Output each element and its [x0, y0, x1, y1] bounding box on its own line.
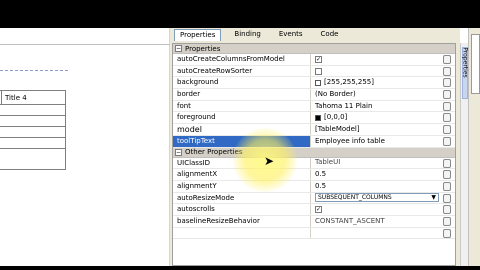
property-grid: − Properties autoCreateColumnsFromModel …	[172, 43, 456, 266]
property-value[interactable]: [0,0,0]	[311, 112, 439, 123]
property-name: alignmentY	[173, 180, 311, 192]
ellipsis-button[interactable]	[443, 113, 451, 123]
property-name: alignmentX	[173, 169, 311, 180]
side-tab-properties[interactable]: Properties	[462, 34, 480, 94]
property-row[interactable]: alignmentY 0.5	[173, 180, 455, 193]
property-row[interactable]: autoCreateColumnsFromModel ✓	[173, 54, 455, 66]
ellipsis-button[interactable]	[443, 158, 451, 168]
collapse-icon[interactable]: −	[175, 45, 182, 52]
property-value[interactable]: [255,255,255]	[311, 77, 439, 88]
color-swatch-icon	[315, 79, 321, 86]
property-row[interactable]: autoscrolls ✓	[173, 204, 455, 216]
category-properties[interactable]: − Properties	[173, 44, 455, 54]
property-value[interactable]: 0.5	[311, 181, 439, 192]
property-tabs: Properties Binding Events Code	[170, 28, 460, 42]
tab-code[interactable]: Code	[316, 29, 344, 41]
property-row[interactable]	[173, 227, 455, 240]
property-value[interactable]: ✓	[311, 204, 439, 215]
property-name: autoCreateRowSorter	[173, 65, 311, 77]
ellipsis-button[interactable]	[443, 101, 451, 111]
property-value[interactable]: SUBSEQUENT_COLUMNS ▼	[311, 193, 439, 204]
collapse-icon[interactable]: −	[175, 148, 182, 156]
category-label: Other Properties	[185, 148, 243, 156]
property-row-selected[interactable]: toolTipText Employee info table	[173, 135, 455, 148]
ellipsis-button[interactable]	[443, 78, 451, 88]
ellipsis-button[interactable]	[443, 181, 451, 191]
ellipsis-button[interactable]	[443, 216, 451, 226]
ide-window: Title 4 Properties Binding Events Code −…	[0, 28, 480, 266]
property-value[interactable]	[311, 228, 439, 239]
property-name: baselineResizeBehavior	[173, 215, 311, 227]
table-row	[0, 149, 65, 160]
property-row[interactable]: foreground [0,0,0]	[173, 112, 455, 125]
tab-binding[interactable]: Binding	[229, 29, 265, 41]
checkbox-checked[interactable]: ✓	[315, 55, 322, 63]
table-row	[0, 127, 65, 138]
checkbox-checked[interactable]: ✓	[315, 206, 322, 214]
property-value[interactable]: Employee info table	[311, 136, 439, 147]
property-value[interactable]	[311, 66, 439, 77]
property-value: TableUI	[315, 158, 341, 167]
color-swatch-icon	[315, 114, 321, 121]
category-other-properties[interactable]: − Other Properties	[173, 147, 455, 158]
ellipsis-button[interactable]	[443, 90, 451, 100]
property-name: font	[173, 100, 311, 112]
property-value[interactable]: (No Border)	[311, 89, 439, 100]
selection-edge	[0, 70, 68, 74]
select-value: SUBSEQUENT_COLUMNS	[318, 194, 392, 202]
property-row[interactable]: border (No Border)	[173, 89, 455, 101]
table-header: Title 4	[0, 91, 65, 105]
table-row	[0, 138, 65, 149]
property-name: UIClassID	[173, 157, 311, 169]
design-guideline	[0, 44, 170, 45]
jtable-component[interactable]: Title 4	[0, 90, 66, 170]
property-row[interactable]: background [255,255,255]	[173, 77, 455, 90]
property-row[interactable]: baselineResizeBehavior CONSTANT_ASCENT	[173, 215, 455, 228]
table-header-title-4: Title 4	[5, 94, 27, 102]
table-row	[0, 116, 65, 127]
property-row[interactable]: font Tahoma 11 Plain	[173, 100, 455, 113]
property-value[interactable]: 0.5	[311, 169, 439, 180]
property-name: autoResizeMode	[173, 192, 311, 204]
property-name: model	[173, 124, 311, 135]
ellipsis-button[interactable]	[443, 66, 451, 76]
chevron-down-icon[interactable]: ▼	[431, 193, 436, 204]
category-label: Properties	[185, 44, 221, 53]
ellipsis-button[interactable]	[443, 136, 451, 146]
property-name: autoscrolls	[173, 204, 311, 215]
table-row	[0, 105, 65, 116]
property-row[interactable]: UIClassID TableUI	[173, 157, 455, 170]
checkbox-unchecked[interactable]	[315, 67, 322, 75]
property-row[interactable]: model [TableModel]	[173, 124, 455, 136]
side-tab-label: Properties	[461, 47, 469, 78]
ellipsis-button[interactable]	[443, 193, 451, 203]
property-value: CONSTANT_ASCENT	[315, 216, 385, 225]
property-row[interactable]: autoResizeMode SUBSEQUENT_COLUMNS ▼	[173, 192, 455, 205]
ellipsis-button[interactable]	[443, 205, 451, 215]
property-name: toolTipText	[173, 135, 311, 147]
ellipsis-button[interactable]	[443, 228, 451, 238]
ellipsis-button[interactable]	[443, 125, 451, 135]
ellipsis-button[interactable]	[443, 55, 451, 64]
properties-panel: Properties Binding Events Code − Propert…	[170, 28, 460, 266]
design-area[interactable]: Title 4	[0, 28, 170, 266]
side-panel-strip: Properties	[462, 28, 480, 266]
property-name: autoCreateColumnsFromModel	[173, 54, 311, 65]
property-value-text: [0,0,0]	[324, 113, 348, 122]
property-value-text: [255,255,255]	[324, 78, 374, 87]
property-row[interactable]: autoCreateRowSorter	[173, 65, 455, 78]
property-value[interactable]: Tahoma 11 Plain	[311, 101, 439, 112]
auto-resize-mode-select[interactable]: SUBSEQUENT_COLUMNS ▼	[315, 193, 439, 204]
property-name: background	[173, 77, 311, 89]
property-name: border	[173, 89, 311, 100]
property-value[interactable]: [TableModel]	[311, 124, 439, 135]
ellipsis-button[interactable]	[443, 170, 451, 180]
property-row[interactable]: alignmentX 0.5	[173, 169, 455, 181]
tab-events[interactable]: Events	[274, 29, 308, 41]
property-name	[173, 227, 311, 239]
tab-properties[interactable]: Properties	[174, 29, 222, 41]
property-value[interactable]: ✓	[311, 54, 439, 65]
property-name: foreground	[173, 112, 311, 124]
